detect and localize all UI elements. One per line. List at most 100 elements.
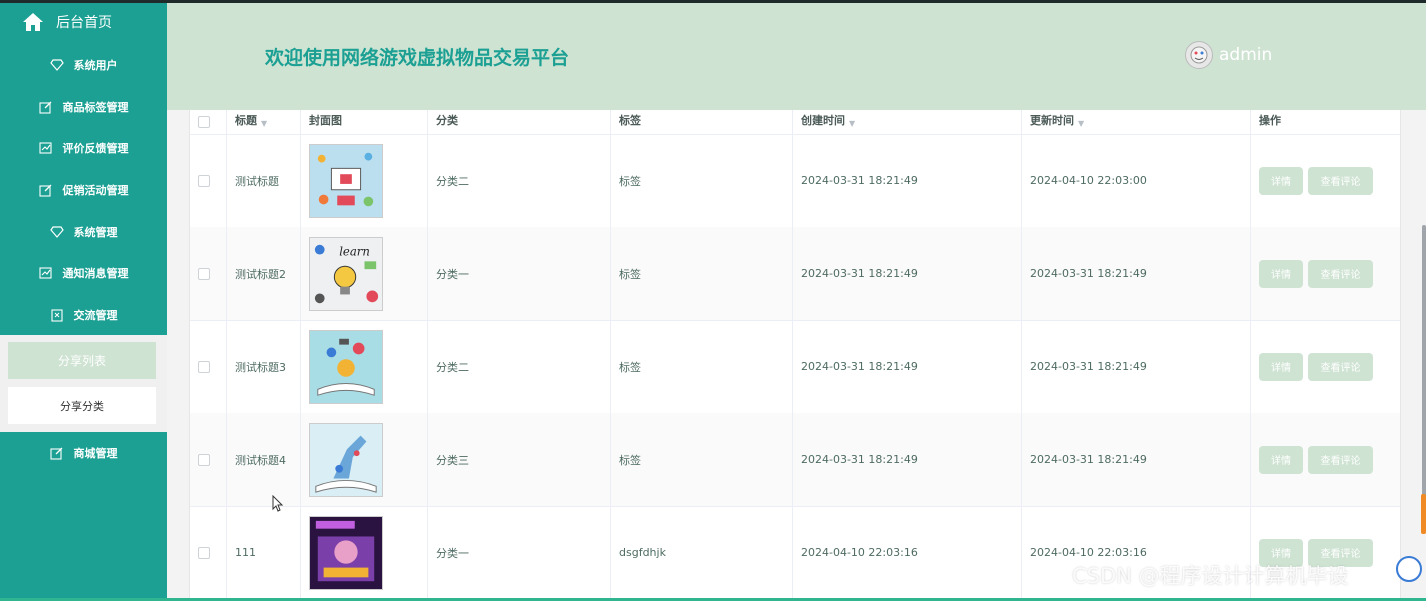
avatar[interactable] <box>1185 41 1213 69</box>
cell-created: 2024-03-31 18:21:49 <box>793 227 1022 320</box>
floating-assistant-icon[interactable] <box>1396 556 1422 582</box>
watermark: CSDN @程序设计计算机毕设 <box>1072 564 1349 588</box>
sidebar-item-system-management[interactable]: 系统管理 <box>0 213 167 251</box>
view-reviews-button[interactable]: 查看评论 <box>1308 259 1373 288</box>
detail-button[interactable]: 详情 <box>1259 259 1303 288</box>
sidebar-item-home[interactable]: 后台首页 <box>22 11 112 33</box>
submenu-share-category[interactable]: 分享分类 <box>8 387 156 424</box>
cover-image[interactable] <box>309 422 383 497</box>
cell-created: 2024-03-31 18:21:49 <box>793 320 1022 413</box>
top-header: 欢迎使用网络游戏虚拟物品交易平台 admin <box>167 3 1426 110</box>
row-select-cell <box>190 134 227 227</box>
cover-image[interactable] <box>309 515 383 590</box>
cell-tag: 标签 <box>611 413 793 506</box>
mouse-cursor-icon <box>272 495 284 512</box>
sidebar-item-label: 交流管理 <box>73 309 118 322</box>
sidebar-item-label: 系统管理 <box>73 226 118 239</box>
edit-icon <box>39 100 53 114</box>
cell-category: 分类二 <box>428 134 611 227</box>
edit-icon <box>39 183 53 197</box>
diamond-icon <box>49 58 64 72</box>
cell-created: 2024-03-31 18:21:49 <box>793 134 1022 227</box>
chart-icon <box>39 266 53 280</box>
cell-created: 2024-04-10 22:03:16 <box>793 506 1022 599</box>
table-row: 测试标题 分类二 标签 2024-03-31 18:21:49 2024-04-… <box>190 134 1400 228</box>
detail-button[interactable]: 详情 <box>1259 166 1303 195</box>
scroll-indicator <box>1421 494 1426 534</box>
cell-category: 分类二 <box>428 320 611 413</box>
sidebar-item-label: 商品标签管理 <box>62 101 129 114</box>
sort-icon: ▼ <box>849 119 856 128</box>
table-row: 测试标题2 learn 分类一 标签 2024-03-31 18:21:49 2… <box>190 227 1400 321</box>
cell-cover <box>301 506 428 599</box>
row-checkbox[interactable] <box>198 453 210 466</box>
cell-updated: 2024-03-31 18:21:49 <box>1022 227 1251 320</box>
page-title: 欢迎使用网络游戏虚拟物品交易平台 <box>265 47 570 69</box>
cell-title: 111 <box>227 506 301 599</box>
sidebar-item-notification-management[interactable]: 通知消息管理 <box>0 254 167 292</box>
edit-icon <box>50 446 64 460</box>
sidebar-item-system-users[interactable]: 系统用户 <box>0 46 167 84</box>
table-row: 测试标题4 分类三 标签 2024-03-31 18:21:49 2024-03… <box>190 413 1400 507</box>
cover-image[interactable]: learn <box>309 236 383 311</box>
cell-actions: 详情 查看评论 <box>1251 320 1400 413</box>
cell-actions: 详情 查看评论 <box>1251 413 1400 506</box>
cell-category: 分类三 <box>428 413 611 506</box>
cell-cover <box>301 320 428 413</box>
home-icon <box>23 13 43 31</box>
th-created-label: 创建时间 <box>801 114 845 127</box>
row-select-cell <box>190 227 227 320</box>
cell-category: 分类一 <box>428 227 611 320</box>
diamond-icon <box>49 225 64 239</box>
sidebar: 后台首页 系统用户 商品标签管理 评价反馈管理 促销活动管理 系统管理 通知消息… <box>0 3 167 601</box>
svg-text:learn: learn <box>339 244 370 258</box>
view-reviews-button[interactable]: 查看评论 <box>1308 166 1373 195</box>
sidebar-item-tag-management[interactable]: 商品标签管理 <box>0 88 167 126</box>
sidebar-home-label: 后台首页 <box>56 15 112 31</box>
select-all-checkbox[interactable] <box>198 116 210 128</box>
detail-button[interactable]: 详情 <box>1259 445 1303 474</box>
th-actions-label: 操作 <box>1259 114 1281 127</box>
cell-title: 测试标题2 <box>227 227 301 320</box>
cell-tag: dsgfdhjk <box>611 506 793 599</box>
cell-tag: 标签 <box>611 134 793 227</box>
row-checkbox[interactable] <box>198 267 210 280</box>
cell-cover <box>301 134 428 227</box>
cell-actions: 详情 查看评论 <box>1251 134 1400 227</box>
sidebar-item-promotion-management[interactable]: 促销活动管理 <box>0 171 167 209</box>
user-menu[interactable]: admin <box>1185 41 1272 69</box>
cover-image[interactable] <box>309 143 383 218</box>
cell-updated: 2024-04-10 22:03:00 <box>1022 134 1251 227</box>
cell-cover: learn <box>301 227 428 320</box>
sidebar-item-mall-management[interactable]: 商城管理 <box>0 434 167 472</box>
view-reviews-button[interactable]: 查看评论 <box>1308 445 1373 474</box>
cell-actions: 详情 查看评论 <box>1251 227 1400 320</box>
cell-category: 分类一 <box>428 506 611 599</box>
sidebar-item-feedback-management[interactable]: 评价反馈管理 <box>0 129 167 167</box>
cell-created: 2024-03-31 18:21:49 <box>793 413 1022 506</box>
row-select-cell <box>190 320 227 413</box>
cell-updated: 2024-03-31 18:21:49 <box>1022 320 1251 413</box>
sidebar-item-label: 系统用户 <box>73 59 118 72</box>
th-title-label: 标题 <box>235 114 257 127</box>
sidebar-item-label: 商城管理 <box>73 447 118 460</box>
th-updated-label: 更新时间 <box>1030 114 1074 127</box>
row-checkbox[interactable] <box>198 546 210 559</box>
th-category-label: 分类 <box>436 114 458 127</box>
cell-title: 测试标题 <box>227 134 301 227</box>
row-select-cell <box>190 506 227 599</box>
submenu-share-list[interactable]: 分享列表 <box>8 342 156 379</box>
cell-cover <box>301 413 428 506</box>
row-select-cell <box>190 413 227 506</box>
sort-icon: ▼ <box>261 119 268 128</box>
row-checkbox[interactable] <box>198 360 210 373</box>
user-avatar-icon <box>1190 46 1208 64</box>
detail-button[interactable]: 详情 <box>1259 352 1303 381</box>
cover-image[interactable] <box>309 329 383 404</box>
chart-icon <box>39 141 53 155</box>
view-reviews-button[interactable]: 查看评论 <box>1308 352 1373 381</box>
sidebar-item-communication-management[interactable]: 交流管理 <box>0 296 167 334</box>
doc-icon <box>50 308 64 322</box>
vertical-scrollbar[interactable] <box>1422 225 1426 515</box>
row-checkbox[interactable] <box>198 174 210 187</box>
